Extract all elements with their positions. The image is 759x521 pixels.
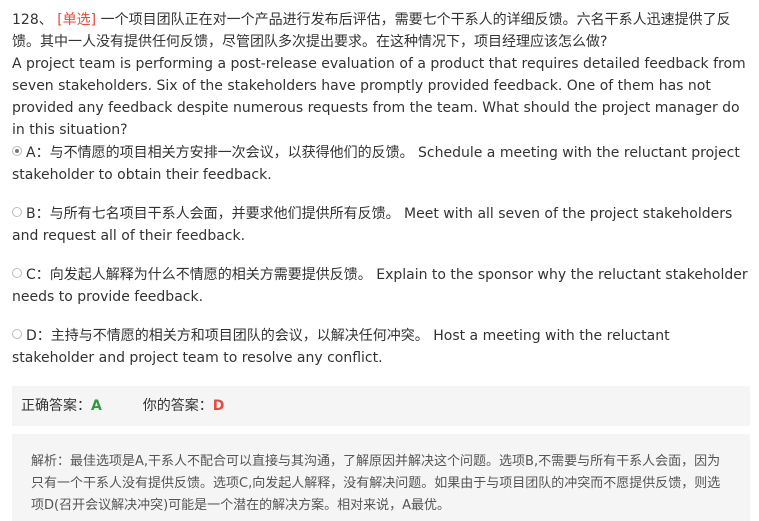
your-answer-value: D bbox=[212, 398, 225, 414]
option-d[interactable]: D：主持与不情愿的相关方和项目团队的会议，以解决任何冲突。 Host a mee… bbox=[12, 325, 750, 369]
analysis-panel: 解析：最佳选项是A,干系人不配合可以直接与其沟通，了解原因并解决这个问题。选项B… bbox=[12, 434, 750, 521]
question-block: 128、 [单选] 一个项目团队正在对一个产品进行发布后评估，需要七个干系人的详… bbox=[12, 9, 750, 141]
question-text-cn: 一个项目团队正在对一个产品进行发布后评估，需要七个干系人的详细反馈。六名干系人迅… bbox=[12, 12, 731, 50]
radio-option-c[interactable] bbox=[12, 268, 22, 278]
option-c-text: C：向发起人解释为什么不情愿的相关方需要提供反馈。 Explain to the… bbox=[12, 267, 748, 305]
answer-bar: 正确答案：A 你的答案：D bbox=[12, 386, 750, 426]
option-b[interactable]: B：与所有七名项目干系人会面，并要求他们提供所有反馈。 Meet with al… bbox=[12, 203, 750, 247]
option-a[interactable]: A：与不情愿的项目相关方安排一次会议，以获得他们的反馈。 Schedule a … bbox=[12, 142, 750, 186]
analysis-text: 解析：最佳选项是A,干系人不配合可以直接与其沟通，了解原因并解决这个问题。选项B… bbox=[31, 454, 721, 513]
question-text-en: A project team is performing a post-rele… bbox=[12, 56, 746, 138]
option-b-text: B：与所有七名项目干系人会面，并要求他们提供所有反馈。 Meet with al… bbox=[12, 206, 733, 244]
question-type-label: [单选] bbox=[57, 12, 97, 28]
correct-answer-label: 正确答案： bbox=[21, 398, 91, 414]
your-answer-label: 你的答案： bbox=[142, 398, 213, 414]
radio-option-a[interactable] bbox=[12, 146, 22, 156]
option-c[interactable]: C：向发起人解释为什么不情愿的相关方需要提供反馈。 Explain to the… bbox=[12, 264, 750, 308]
radio-option-d[interactable] bbox=[12, 329, 22, 339]
correct-answer-value: A bbox=[91, 398, 102, 414]
question-number: 128、 bbox=[12, 12, 53, 28]
option-a-text: A：与不情愿的项目相关方安排一次会议，以获得他们的反馈。 Schedule a … bbox=[12, 145, 740, 183]
option-d-text: D：主持与不情愿的相关方和项目团队的会议，以解决任何冲突。 Host a mee… bbox=[12, 328, 670, 366]
radio-option-b[interactable] bbox=[12, 207, 22, 217]
